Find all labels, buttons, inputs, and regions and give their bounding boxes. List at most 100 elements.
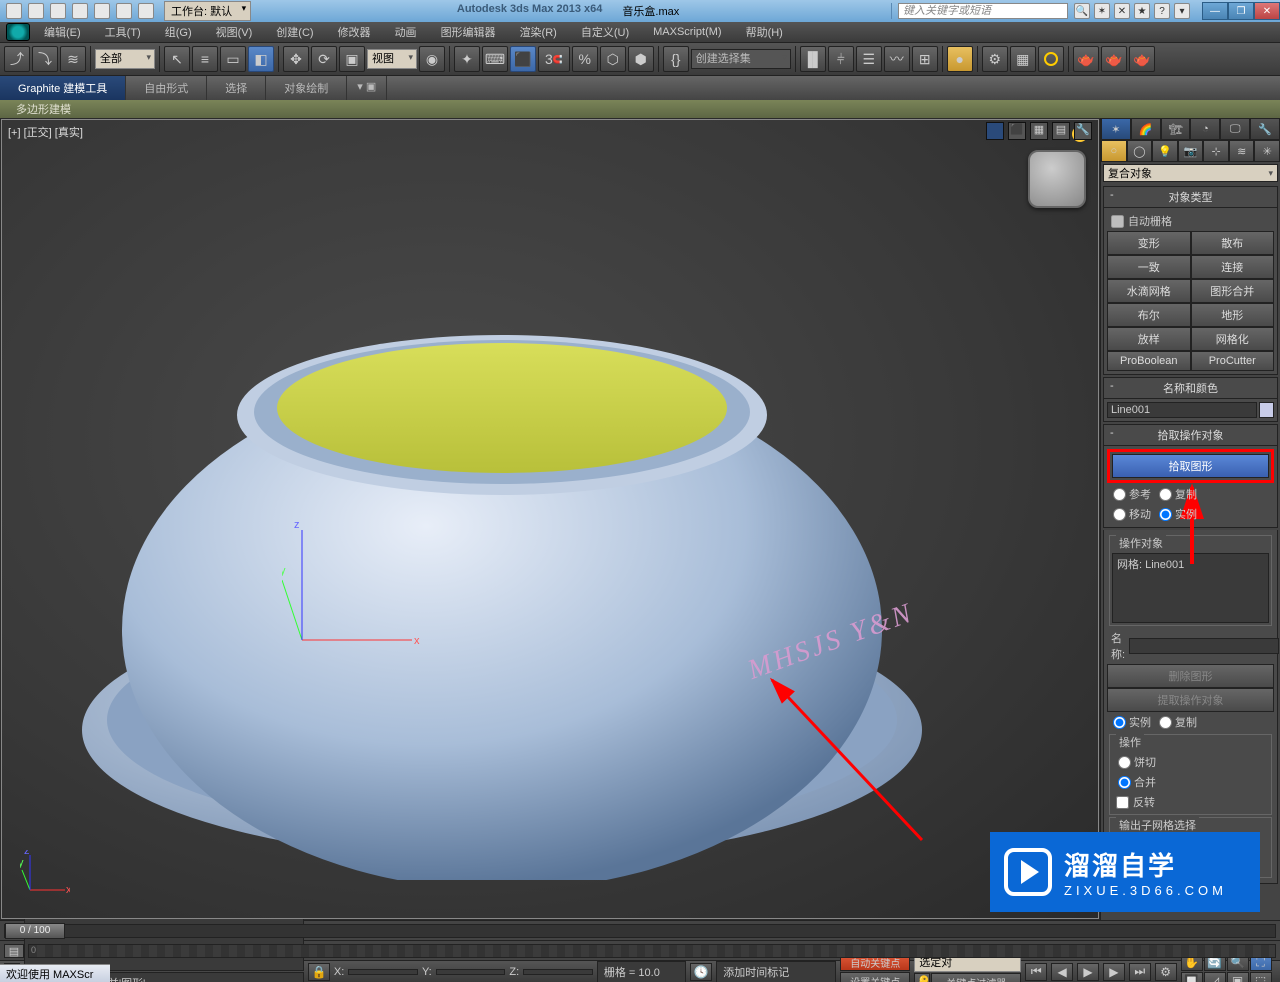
cat-spacewarps-icon[interactable]: ≋ (1229, 140, 1255, 162)
selection-filter-combo[interactable]: 全部 (95, 49, 155, 69)
operand-name-input[interactable] (1129, 638, 1279, 654)
radio-extract-instance[interactable]: 实例 (1113, 714, 1151, 730)
keyboard-shortcut-icon[interactable]: ⌨ (482, 46, 508, 72)
radio-cookie[interactable]: 饼切 (1118, 754, 1156, 770)
named-sets-icon[interactable]: {} (663, 46, 689, 72)
menu-customize[interactable]: 自定义(U) (571, 22, 639, 42)
vp-shading-icon[interactable] (986, 122, 1004, 140)
btn-mesher[interactable]: 网格化 (1191, 327, 1275, 351)
vp-stats-icon[interactable]: ▤ (1052, 122, 1070, 140)
viewcube[interactable] (1028, 150, 1086, 208)
render-setup-icon[interactable]: ⚙ (982, 46, 1008, 72)
cat-geometry-icon[interactable]: ○ (1101, 140, 1127, 162)
window-crossing-icon[interactable]: ◧ (248, 46, 274, 72)
maxscript-prompt[interactable]: 欢迎使用 MAXScr (0, 964, 110, 982)
key-filters-button[interactable]: 关键点过滤器 (931, 973, 1021, 982)
save-icon[interactable] (72, 3, 88, 19)
transform-gizmo[interactable]: x y z (282, 520, 422, 660)
minimize-button[interactable]: — (1202, 2, 1228, 20)
prev-frame-icon[interactable]: ◀ (1051, 963, 1073, 981)
pivot-center-icon[interactable]: ◉ (419, 46, 445, 72)
menu-grapheditors[interactable]: 图形编辑器 (431, 22, 506, 42)
time-config-icon[interactable]: ⚙ (1155, 963, 1177, 981)
time-tag-text[interactable]: 添加时间标记 (716, 961, 836, 982)
named-selection-combo[interactable]: 创建选择集 (691, 49, 791, 69)
app-menu-icon[interactable] (6, 3, 22, 19)
viewport[interactable]: [+] [正交] [真实] ⬛ ▦ ▤ 🔧 (1, 119, 1099, 919)
time-thumb[interactable]: 0 / 100 (5, 923, 65, 939)
track-bar-ticks[interactable]: 0 (28, 944, 1276, 958)
btn-shapemerge[interactable]: 图形合并 (1191, 279, 1275, 303)
track-bar[interactable]: ▤ 0 (0, 940, 1280, 960)
tab-modify-icon[interactable]: 🌈 (1131, 118, 1161, 140)
teapot1-icon[interactable]: 🫖 (1073, 46, 1099, 72)
angle-snap-icon[interactable]: 3🧲 (538, 46, 570, 72)
rendered-frame-icon[interactable]: ▦ (1010, 46, 1036, 72)
dropdown-icon[interactable]: ▾ (1174, 3, 1190, 19)
rollout-header-name-color[interactable]: 名称和颜色 (1103, 377, 1278, 399)
search-icon[interactable]: 🔍 (1074, 3, 1090, 19)
btn-morph[interactable]: 变形 (1107, 231, 1191, 255)
ribbon-expand-icon[interactable]: ▾ ▣ (347, 76, 387, 100)
tab-create-icon[interactable]: ✶ (1101, 118, 1131, 140)
lock-selection-icon[interactable]: 🔒 (308, 963, 330, 981)
max-toggle-icon[interactable]: ▣ (1227, 972, 1249, 982)
material-editor-icon[interactable]: ● (947, 46, 973, 72)
rollout-header-object-type[interactable]: 对象类型 (1103, 186, 1278, 208)
setkey-button[interactable]: 设置关键点 (840, 972, 910, 982)
vp-safeframe-icon[interactable]: ▦ (1030, 122, 1048, 140)
snap-options-icon[interactable]: ⬢ (628, 46, 654, 72)
menu-maxscript[interactable]: MAXScript(M) (643, 24, 731, 40)
help-icon[interactable]: ? (1154, 3, 1170, 19)
close-button[interactable]: ✕ (1254, 2, 1280, 20)
tab-utilities-icon[interactable]: 🔧 (1250, 118, 1280, 140)
menu-help[interactable]: 帮助(H) (736, 22, 793, 42)
ref-coord-combo[interactable]: 视图 (367, 49, 417, 69)
play-icon[interactable]: ▶ (1077, 963, 1099, 981)
btn-conform[interactable]: 一致 (1107, 255, 1191, 279)
radio-move[interactable]: 移动 (1113, 506, 1151, 522)
unlink-icon[interactable]: ⤵ (32, 46, 58, 72)
tab-hierarchy-icon[interactable]: 🏗 (1161, 118, 1191, 140)
ribbon-tab-paint[interactable]: 对象绘制 (266, 76, 347, 100)
snap-toggle-icon[interactable]: ⬛ (510, 46, 536, 72)
x-coord-input[interactable] (348, 969, 418, 975)
layers-icon[interactable]: ☰ (856, 46, 882, 72)
select-object-icon[interactable]: ↖ (164, 46, 190, 72)
object-name-input[interactable] (1107, 402, 1257, 418)
radio-reference[interactable]: 参考 (1113, 486, 1151, 502)
teapot3-icon[interactable]: 🫖 (1129, 46, 1155, 72)
select-name-icon[interactable]: ≡ (192, 46, 218, 72)
time-tag-icon[interactable]: 🕓 (690, 963, 712, 981)
radio-merge[interactable]: 合并 (1118, 774, 1156, 790)
btn-proboolean[interactable]: ProBoolean (1107, 351, 1191, 371)
ribbon-panel-polymodel[interactable]: 多边形建模 (8, 100, 79, 118)
menu-animation[interactable]: 动画 (385, 22, 427, 42)
vp-wrench-icon[interactable]: 🔧 (1074, 122, 1092, 140)
extract-operand-button[interactable]: 提取操作对象 (1107, 688, 1274, 712)
subscription-icon[interactable]: ✶ (1094, 3, 1110, 19)
cat-cameras-icon[interactable]: 📷 (1178, 140, 1204, 162)
next-frame-icon[interactable]: ▶ (1103, 963, 1125, 981)
render-production-icon[interactable] (1038, 46, 1064, 72)
help-search-input[interactable]: 键入关键字或短语 (898, 3, 1068, 19)
schematic-icon[interactable]: ⊞ (912, 46, 938, 72)
object-color-swatch[interactable] (1259, 402, 1274, 418)
ribbon-tab-freeform[interactable]: 自由形式 (126, 76, 207, 100)
trackbar-toggle-icon[interactable]: ▤ (4, 944, 24, 958)
scale-icon[interactable]: ▣ (339, 46, 365, 72)
redo-icon[interactable] (116, 3, 132, 19)
menu-modifiers[interactable]: 修改器 (328, 22, 381, 42)
curve-editor-icon[interactable]: 〰 (884, 46, 910, 72)
y-coord-input[interactable] (436, 969, 506, 975)
menu-edit[interactable]: 编辑(E) (34, 22, 91, 42)
btn-loft[interactable]: 放样 (1107, 327, 1191, 351)
geometry-category-combo[interactable]: 复合对象 (1103, 164, 1278, 182)
key-icon[interactable]: 🔑 (914, 973, 930, 982)
undo-icon[interactable] (94, 3, 110, 19)
spinner-snap-icon[interactable]: ⬡ (600, 46, 626, 72)
radio-instance[interactable]: 实例 (1159, 506, 1197, 522)
pick-shape-button[interactable]: 拾取图形 (1112, 454, 1269, 478)
bind-spacewarp-icon[interactable]: ≋ (60, 46, 86, 72)
teapot2-icon[interactable]: 🫖 (1101, 46, 1127, 72)
